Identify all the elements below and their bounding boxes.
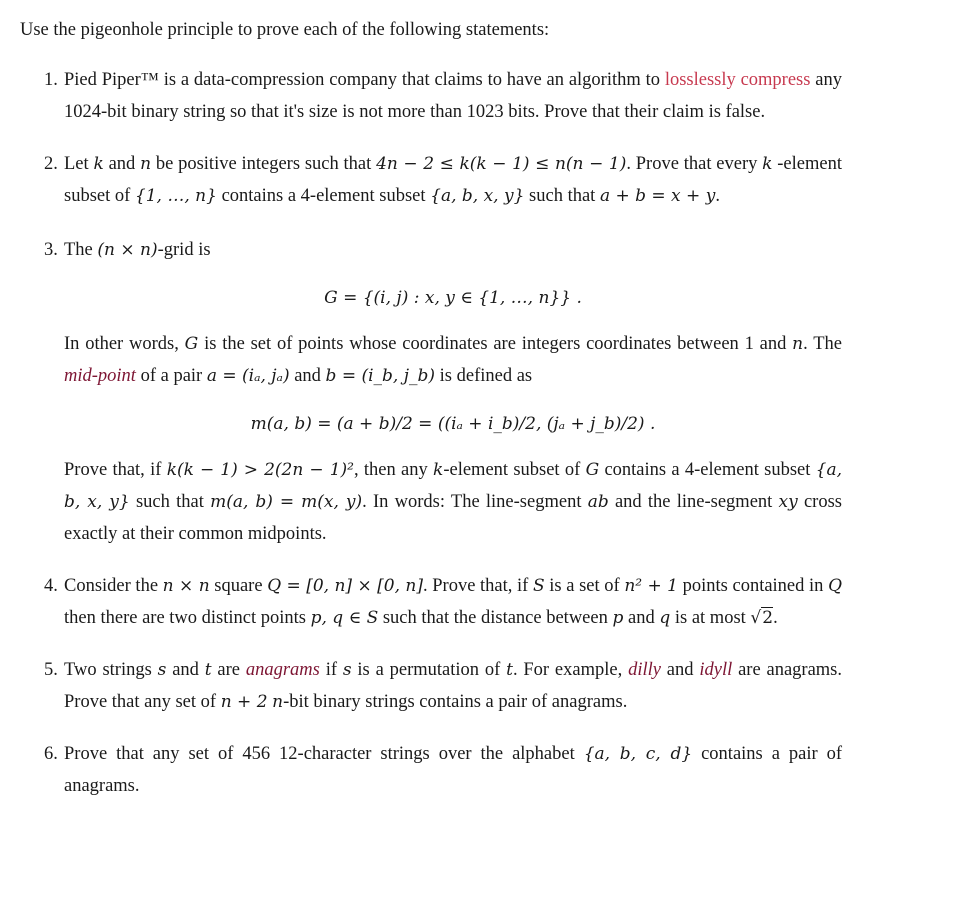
math-equation: a + b = x + y (599, 186, 716, 206)
problem-3-definition: In other words, G is the set of points w… (64, 334, 842, 386)
example-dilly: dilly (628, 660, 661, 680)
item-number: 2. (44, 154, 58, 174)
math-k: k (93, 154, 104, 174)
problem-list: 1. Pied Piper™ is a data-compression com… (20, 64, 956, 802)
problem-4: 4. Consider the n × n square Q = [0, n] … (44, 570, 842, 634)
term-mid-point: mid-point (64, 366, 136, 386)
sqrt-radicand: 2 (761, 607, 774, 628)
problem-6: 6. Prove that any set of 456 12-characte… (44, 738, 842, 802)
math-grid: (n × n) (97, 240, 158, 260)
math-k: k (762, 154, 773, 174)
problem-3-statement: Prove that, if k(k − 1) > 2(2n − 1)², th… (64, 460, 843, 544)
document: Use the pigeonhole principle to prove ea… (0, 0, 956, 802)
math-n: n (140, 154, 152, 174)
item-number: 5. (44, 660, 58, 680)
problem-3-intro: The (n × n)-grid is (64, 240, 211, 260)
item-number: 4. (44, 576, 58, 596)
item-number: 1. (44, 70, 58, 90)
math-subset: {a, b, x, y} (430, 186, 525, 206)
display-equation-grid: G = {(i, j) : x, y ∈ {1, …, n}} . (324, 288, 582, 308)
problem-3: 3. The (n × n)-grid is G = {(i, j) : x, … (44, 234, 843, 550)
sqrt-symbol: √ (750, 608, 762, 628)
link-losslessly-compress[interactable]: losslessly compress (665, 70, 811, 90)
item-number: 3. (44, 240, 58, 260)
display-equation-midpoint: m(a, b) = (a + b)/2 = ((iₐ + i_b)/2, (jₐ… (250, 414, 656, 434)
problem-5: 5. Two strings s and t are anagrams if s… (44, 654, 842, 718)
math-inequality: 4n − 2 ≤ k(k − 1) ≤ n(n − 1) (376, 154, 627, 174)
math-alphabet: {a, b, c, d} (583, 744, 693, 764)
problem-1: 1. Pied Piper™ is a data-compression com… (44, 64, 842, 128)
math-set: {1, …, n} (134, 186, 217, 206)
problem-2: 2. Let k and n be positive integers such… (44, 148, 842, 212)
term-anagrams: anagrams (245, 660, 320, 680)
intro-text: Use the pigeonhole principle to prove ea… (20, 20, 550, 40)
example-idyll: idyll (699, 660, 733, 680)
item-number: 6. (44, 744, 58, 764)
